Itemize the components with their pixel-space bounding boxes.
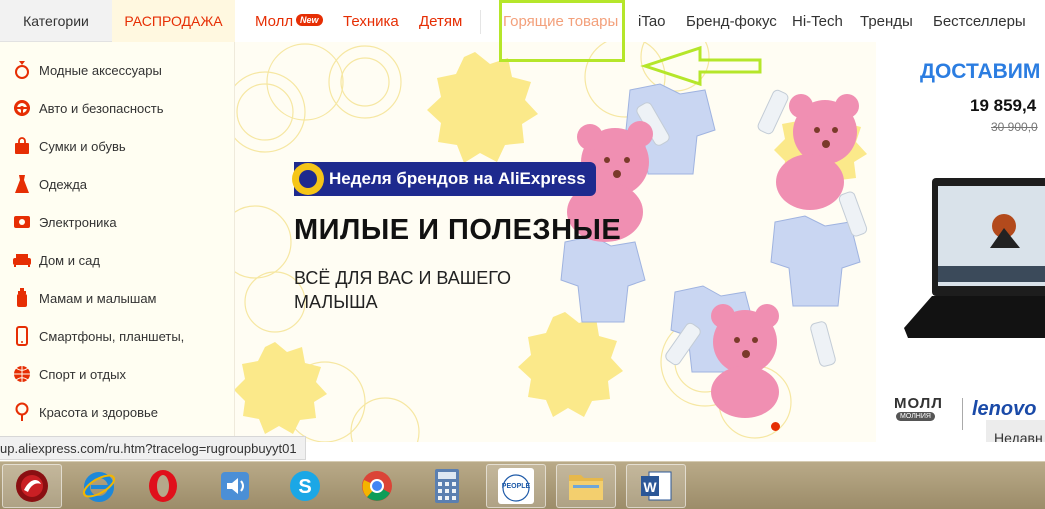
sidebar-item-label: Одежда [39, 176, 88, 192]
sidebar-item-label: Авто и безопасность [39, 100, 164, 116]
nav-hitech[interactable]: Hi-Tech [792, 13, 843, 30]
new-badge: New [296, 14, 323, 26]
brand-week-badge: Неделя брендов на AliExpress [292, 162, 596, 196]
nav-trends[interactable]: Тренды [860, 13, 913, 30]
nav-bestsellers[interactable]: Бестселлеры [933, 13, 1026, 30]
tab-categories[interactable]: Категории [0, 0, 112, 42]
ring-icon [12, 60, 32, 80]
sidebar-item-label: Сумки и обувь [39, 138, 126, 154]
aliexpress-page: Категории РАСПРОДАЖА Молл New Техника Де… [0, 0, 1045, 509]
sidebar-item-smartphones[interactable]: Смартфоны, планшеты, [0, 317, 235, 355]
svg-text:W: W [643, 479, 657, 495]
link-status-url: up.aliexpress.com/ru.htm?tracelog=rugrou… [0, 436, 306, 460]
taskbar-internet-explorer[interactable] [66, 464, 132, 508]
sidebar-item-label: Мамам и малышам [39, 290, 157, 306]
taskbar-chrome[interactable] [344, 464, 410, 508]
sidebar-item-baby[interactable]: Мамам и малышам [0, 279, 235, 317]
camera-icon [12, 212, 32, 232]
steering-wheel-icon [12, 98, 32, 118]
sidebar-item-electronics[interactable]: Электроника [0, 203, 235, 241]
nav-divider [480, 10, 481, 34]
taskbar-word[interactable]: W [626, 464, 686, 508]
logo-divider [962, 398, 963, 430]
taskbar-people[interactable]: PEOPLE [486, 464, 546, 508]
sidebar-item-home[interactable]: Дом и сад [0, 241, 235, 279]
bag-icon [12, 136, 32, 156]
banner-subline-2: МАЛЫША [294, 292, 378, 312]
mirror-icon [12, 402, 32, 422]
nav-kids[interactable]: Детям [419, 13, 462, 30]
taskbar-opera[interactable] [130, 464, 196, 508]
tab-sale[interactable]: РАСПРОДАЖА [112, 0, 235, 42]
svg-text:PEOPLE: PEOPLE [502, 483, 531, 490]
taskbar-comodo-dragon[interactable] [2, 464, 62, 508]
people-icon: PEOPLE [498, 468, 534, 504]
word-icon: W [641, 471, 672, 501]
dress-icon [12, 174, 32, 194]
banner-subline: ВСЁ ДЛЯ ВАС И ВАШЕГО МАЛЫША [294, 266, 511, 314]
lenovo-promo-panel[interactable]: ДОСТАВИМ 19 859,4 30 900,0 МОЛЛ МОЛНИЯ l… [876, 42, 1045, 442]
windows-taskbar: S PEOPLE W [0, 461, 1045, 509]
ball-icon [12, 364, 32, 384]
baby-bottle-icon [12, 288, 32, 308]
speaker-icon [221, 472, 249, 500]
carousel-dot-active[interactable] [771, 422, 780, 431]
sidebar-item-label: Модные аксессуары [39, 62, 162, 78]
banner-headline: МИЛЫЕ И ПОЛЕЗНЫЕ [294, 214, 622, 246]
promo-title: ДОСТАВИМ [920, 60, 1041, 83]
nav-itao[interactable]: iTao [638, 13, 666, 30]
opera-icon [149, 470, 177, 502]
comodo-dragon-icon [16, 470, 48, 502]
sofa-icon [12, 250, 32, 270]
calculator-icon [435, 469, 459, 503]
brand-week-text: Неделя брендов на AliExpress [329, 169, 586, 188]
sidebar-item-label: Смартфоны, планшеты, [39, 328, 185, 344]
highlight-box [499, 0, 625, 62]
sidebar-item-auto[interactable]: Авто и безопасность [0, 89, 235, 127]
sidebar-item-accessories[interactable]: Модные аксессуары [0, 51, 235, 89]
svg-text:S: S [298, 476, 311, 498]
brand-week-logo-icon [292, 163, 324, 195]
taskbar-explorer[interactable] [556, 464, 616, 508]
lenovo-logo: lenovo [972, 398, 1037, 420]
sidebar-item-clothes[interactable]: Одежда [0, 165, 235, 203]
mall-logo: МОЛЛ [894, 395, 943, 412]
nav-mall[interactable]: Молл [255, 13, 293, 30]
promo-banner[interactable]: Неделя брендов на AliExpress МИЛЫЕ И ПОЛ… [235, 42, 876, 442]
taskbar-sound[interactable] [202, 464, 268, 508]
folder-icon [569, 475, 603, 500]
promo-price: 19 859,4 [970, 96, 1037, 115]
taskbar-calculator[interactable] [414, 464, 480, 508]
category-tabs: Категории РАСПРОДАЖА [0, 0, 235, 42]
recently-viewed-tab[interactable]: Недавн [986, 420, 1045, 442]
sidebar-item-bags[interactable]: Сумки и обувь [0, 127, 235, 165]
sidebar-item-label: Спорт и отдых [39, 366, 126, 382]
sidebar-item-label: Красота и здоровье [39, 404, 159, 420]
sidebar-item-label: Электроника [39, 214, 117, 230]
promo-old-price: 30 900,0 [991, 120, 1038, 134]
chrome-icon [362, 471, 392, 501]
molnia-label: МОЛНИЯ [896, 412, 935, 421]
sidebar-item-beauty[interactable]: Красота и здоровье [0, 393, 235, 431]
nav-brand-focus[interactable]: Бренд-фокус [686, 13, 777, 30]
smartphone-icon [12, 326, 32, 346]
category-sidebar: Модные аксессуары Авто и безопасность Су… [0, 42, 235, 442]
nav-tech[interactable]: Техника [343, 13, 399, 30]
sidebar-item-sport[interactable]: Спорт и отдых [0, 355, 235, 393]
taskbar-skype[interactable]: S [272, 464, 338, 508]
internet-explorer-icon [82, 472, 116, 502]
skype-icon: S [290, 471, 320, 501]
sidebar-item-label: Дом и сад [39, 252, 100, 268]
banner-subline-1: ВСЁ ДЛЯ ВАС И ВАШЕГО [294, 268, 512, 288]
laptop-image [904, 178, 1045, 338]
